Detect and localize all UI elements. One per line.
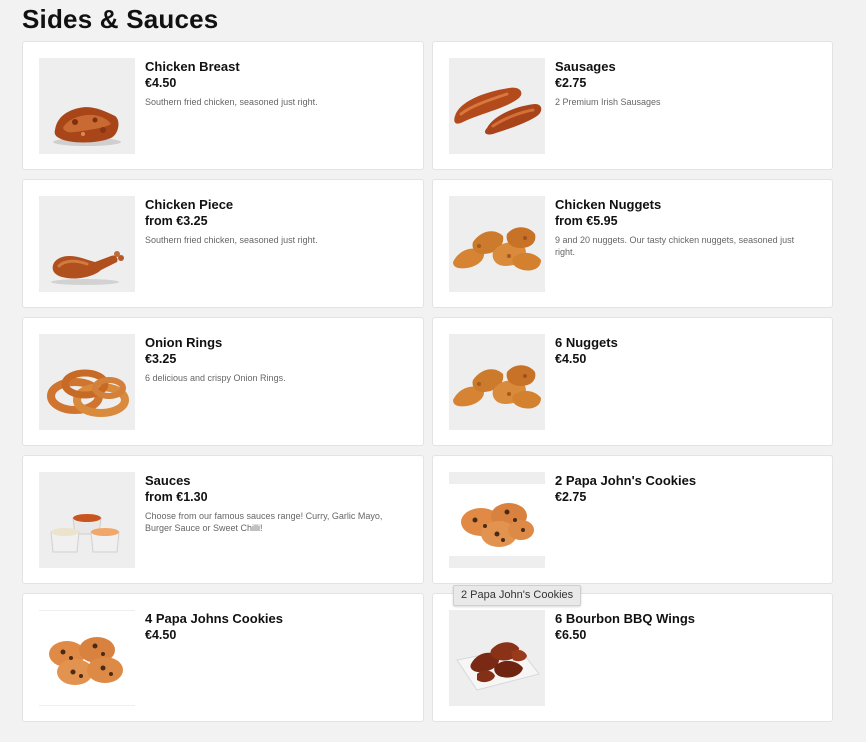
- item-description: 9 and 20 nuggets. Our tasty chicken nugg…: [555, 235, 795, 257]
- image-tooltip: 2 Papa John's Cookies: [453, 585, 582, 606]
- bbq-wings-image[interactable]: [449, 610, 545, 706]
- item-name: Sauces: [145, 473, 191, 488]
- item-description: 2 Premium Irish Sausages: [555, 97, 661, 107]
- nuggets-image[interactable]: [449, 334, 545, 430]
- section-title: Sides & Sauces: [22, 4, 219, 34]
- item-info: Chicken Nuggets from €5.95 9 and 20 nugg…: [555, 197, 814, 258]
- item-description: Southern fried chicken, seasoned just ri…: [145, 235, 318, 245]
- menu-item-card[interactable]: Chicken Nuggets from €5.95 9 and 20 nugg…: [432, 179, 833, 308]
- item-name: Chicken Piece: [145, 197, 234, 212]
- item-info: 6 Nuggets €4.50: [555, 335, 814, 372]
- item-price: from €5.95: [555, 214, 618, 228]
- chicken-piece-image[interactable]: [39, 196, 135, 292]
- item-name: Chicken Breast: [145, 59, 240, 74]
- item-price: €3.25: [145, 352, 177, 366]
- item-info: Sausages €2.75 2 Premium Irish Sausages: [555, 59, 814, 108]
- item-name: Chicken Nuggets: [555, 197, 662, 212]
- item-price: from €1.30: [145, 490, 208, 504]
- item-price: €4.50: [145, 628, 177, 642]
- item-info: 2 Papa John's Cookies €2.75: [555, 473, 814, 510]
- menu-item-card[interactable]: Onion Rings €3.25 6 delicious and crispy…: [22, 317, 424, 446]
- menu-item-card[interactable]: 6 Nuggets €4.50: [432, 317, 833, 446]
- item-info: Onion Rings €3.25 6 delicious and crispy…: [145, 335, 405, 384]
- onion-rings-image[interactable]: [39, 334, 135, 430]
- menu-item-card[interactable]: Sausages €2.75 2 Premium Irish Sausages: [432, 41, 833, 170]
- item-price: €4.50: [555, 352, 587, 366]
- menu-page: Sides & Sauces Chicken Breast €4.50 Sout…: [0, 0, 866, 742]
- item-description: 6 delicious and crispy Onion Rings.: [145, 373, 286, 383]
- cookies-image[interactable]: [39, 610, 135, 706]
- item-info: 4 Papa Johns Cookies €4.50: [145, 611, 405, 648]
- menu-item-card[interactable]: Chicken Breast €4.50 Southern fried chic…: [22, 41, 424, 170]
- menu-item-card[interactable]: Sauces from €1.30 Choose from our famous…: [22, 455, 424, 584]
- menu-item-card[interactable]: Chicken Piece from €3.25 Southern fried …: [22, 179, 424, 308]
- menu-grid: Chicken Breast €4.50 Southern fried chic…: [22, 41, 833, 722]
- cookies-image[interactable]: [449, 472, 545, 568]
- menu-item-card[interactable]: 2 Papa John's Cookies €2.75: [432, 455, 833, 584]
- menu-item-card[interactable]: 4 Papa Johns Cookies €4.50: [22, 593, 424, 722]
- item-description: Choose from our famous sauces range! Cur…: [145, 511, 383, 533]
- item-name: 4 Papa Johns Cookies: [145, 611, 283, 626]
- item-name: Sausages: [555, 59, 616, 74]
- item-price: €6.50: [555, 628, 587, 642]
- item-info: Chicken Breast €4.50 Southern fried chic…: [145, 59, 405, 108]
- chicken-breast-image[interactable]: [39, 58, 135, 154]
- item-name: 6 Nuggets: [555, 335, 618, 350]
- sausages-image[interactable]: [449, 58, 545, 154]
- item-name: 2 Papa John's Cookies: [555, 473, 697, 488]
- menu-item-card[interactable]: 6 Bourbon BBQ Wings €6.50: [432, 593, 833, 722]
- item-info: Sauces from €1.30 Choose from our famous…: [145, 473, 405, 534]
- item-price: €4.50: [145, 76, 177, 90]
- item-name: Onion Rings: [145, 335, 223, 350]
- item-name: 6 Bourbon BBQ Wings: [555, 611, 695, 626]
- item-info: Chicken Piece from €3.25 Southern fried …: [145, 197, 405, 246]
- item-info: 6 Bourbon BBQ Wings €6.50: [555, 611, 814, 648]
- item-description: Southern fried chicken, seasoned just ri…: [145, 97, 318, 107]
- item-price: €2.75: [555, 76, 587, 90]
- chicken-nuggets-image[interactable]: [449, 196, 545, 292]
- item-price: from €3.25: [145, 214, 208, 228]
- sauces-image[interactable]: [39, 472, 135, 568]
- item-price: €2.75: [555, 490, 587, 504]
